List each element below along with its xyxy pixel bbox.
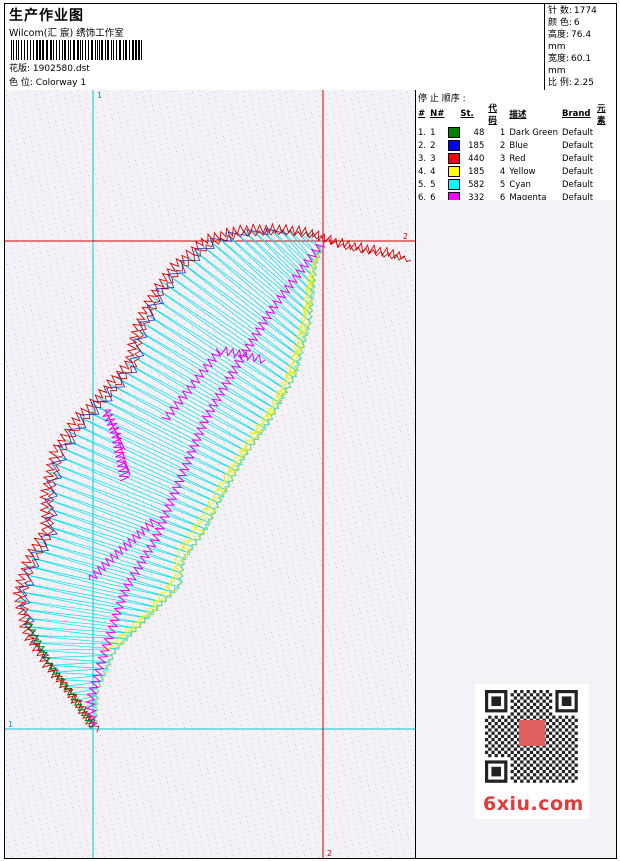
thread-stitches: 185 bbox=[446, 165, 486, 178]
guide-v1-label: 1 bbox=[97, 91, 102, 100]
thread-stitches: 582 bbox=[446, 178, 486, 191]
col-needle: N# bbox=[430, 109, 445, 119]
thread-color-swatch bbox=[448, 179, 461, 190]
stat-stitches: 针 数: 1774 bbox=[548, 6, 597, 16]
col-description: 描述 bbox=[509, 110, 527, 120]
guide-h1-label: 1 bbox=[8, 720, 13, 729]
colorway-label: 色 位: bbox=[9, 78, 33, 88]
design-label: 花版: bbox=[9, 64, 31, 74]
stat-height: 高度: 76.4 mm bbox=[548, 30, 592, 52]
thread-code: 4 bbox=[499, 166, 506, 177]
thread-row: 5. 5 582 5 Cyan Default bbox=[416, 178, 616, 191]
col-code: 代码 bbox=[488, 104, 497, 126]
thread-element bbox=[595, 178, 616, 191]
thread-element bbox=[595, 165, 616, 178]
thread-element bbox=[595, 126, 616, 139]
thread-element bbox=[595, 139, 616, 152]
thread-desc: Blue bbox=[509, 140, 529, 151]
thread-brand: Default bbox=[561, 166, 594, 177]
thread-n: 1 bbox=[430, 127, 436, 138]
stop-sequence-panel: 停 止 顺序 : # N# St. 代码 描述 Brand 元素 1. 1 48 1 D… bbox=[416, 90, 616, 203]
thread-color-swatch bbox=[448, 127, 461, 138]
col-brand: Brand bbox=[561, 109, 591, 119]
thread-brand: Default bbox=[561, 140, 594, 151]
thread-idx: 3. bbox=[418, 153, 427, 164]
thread-color-swatch bbox=[448, 153, 461, 164]
stat-scale: 比 例: 2.25 bbox=[548, 78, 594, 88]
thread-desc: Yellow bbox=[509, 166, 536, 177]
stat-width: 宽度: 60.1 mm bbox=[548, 54, 592, 76]
thread-stitch-count: 582 bbox=[468, 180, 485, 190]
seal-stamp bbox=[519, 720, 545, 746]
design-value: 1902580.dst bbox=[32, 64, 90, 74]
thread-color-swatch bbox=[448, 140, 461, 151]
thread-brand: Default bbox=[561, 179, 594, 190]
sheet-header: 生产作业图 Wilcom(汇 宸) 绣饰工作室 花版: 1902580.dst … bbox=[5, 4, 616, 91]
thread-color-swatch bbox=[448, 166, 461, 177]
thread-table: # N# St. 代码 描述 Brand 元素 1. 1 48 1 Dark Green… bbox=[416, 102, 616, 204]
thread-desc: Dark Green bbox=[509, 127, 558, 138]
thread-row: 4. 4 185 4 Yellow Default bbox=[416, 165, 616, 178]
thread-stitch-count: 185 bbox=[468, 167, 485, 177]
colorway-value: Colorway 1 bbox=[35, 78, 87, 88]
thread-n: 3 bbox=[430, 153, 436, 164]
stat-colors: 颜 色: 6 bbox=[548, 18, 580, 28]
thread-code: 1 bbox=[499, 127, 506, 138]
thread-stitch-count: 185 bbox=[468, 141, 485, 151]
embroidery-preview: 1 1 2 2 bbox=[5, 90, 416, 858]
thread-desc: Cyan bbox=[509, 179, 531, 190]
col-element: 元素 bbox=[597, 104, 606, 126]
thread-idx: 5. bbox=[418, 179, 427, 190]
colorway-row: 色 位: Colorway 1 bbox=[9, 75, 86, 88]
thread-n: 5 bbox=[430, 179, 436, 190]
thread-idx: 1. bbox=[418, 127, 427, 138]
thread-idx: 2. bbox=[418, 140, 427, 151]
embroidery-drawing: 1 1 2 2 bbox=[5, 90, 415, 858]
thread-table-header: # N# St. 代码 描述 Brand 元素 bbox=[416, 102, 616, 126]
col-index: # bbox=[418, 109, 426, 119]
sheet-title: 生产作业图 bbox=[9, 8, 84, 24]
thread-row: 1. 1 48 1 Dark Green Default bbox=[416, 126, 616, 139]
thread-brand: Default bbox=[561, 127, 594, 138]
thread-stitch-count: 440 bbox=[468, 154, 485, 164]
thread-stitches: 48 bbox=[446, 126, 486, 139]
thread-n: 2 bbox=[430, 140, 436, 151]
thread-row: 3. 3 440 3 Red Default bbox=[416, 152, 616, 165]
thread-stitch-count: 48 bbox=[473, 128, 485, 138]
thread-stitches: 440 bbox=[446, 152, 486, 165]
thread-element bbox=[595, 152, 616, 165]
thread-row: 2. 2 185 2 Blue Default bbox=[416, 139, 616, 152]
thread-code: 2 bbox=[499, 140, 506, 151]
barcode bbox=[11, 40, 142, 60]
watermark-text: 6xiu.com bbox=[483, 793, 584, 815]
thread-desc: Red bbox=[509, 153, 526, 164]
thread-n: 4 bbox=[430, 166, 436, 177]
guide-v2-label: 2 bbox=[327, 849, 332, 858]
thread-code: 3 bbox=[499, 153, 506, 164]
thread-idx: 4. bbox=[418, 166, 427, 177]
thread-stitches: 185 bbox=[446, 139, 486, 152]
guide-h2-label: 2 bbox=[403, 232, 408, 241]
design-file-row: 花版: 1902580.dst bbox=[9, 61, 90, 74]
production-sheet: 生产作业图 Wilcom(汇 宸) 绣饰工作室 花版: 1902580.dst … bbox=[4, 3, 617, 859]
col-stitches: St. bbox=[460, 109, 474, 119]
thread-code: 5 bbox=[499, 179, 506, 190]
design-stats: 针 数: 1774 颜 色: 6 高度: 76.4 mm 宽度: 60.1 mm 比 例… bbox=[544, 4, 616, 90]
thread-brand: Default bbox=[561, 153, 594, 164]
company-name: Wilcom(汇 宸) 绣饰工作室 bbox=[9, 28, 124, 39]
